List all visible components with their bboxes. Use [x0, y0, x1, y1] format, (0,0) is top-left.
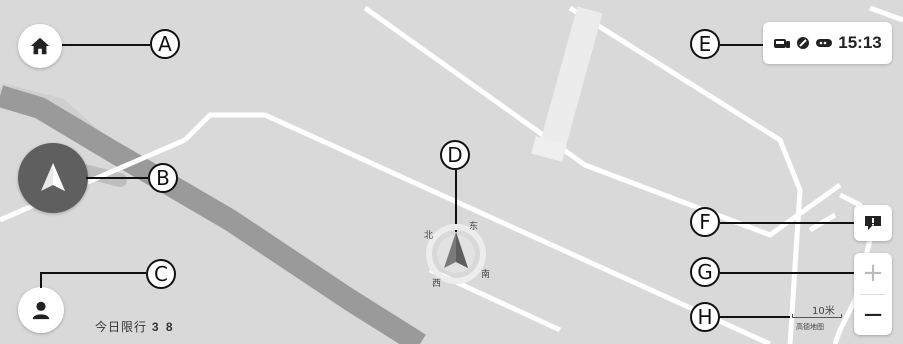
callout-line-c-h — [40, 272, 146, 274]
callout-f: F — [690, 207, 720, 237]
restriction-label: 今日限行 — [95, 320, 148, 334]
callout-line-e — [720, 44, 765, 46]
zoom-in-button[interactable]: + — [854, 253, 892, 293]
scale-bar — [792, 314, 842, 318]
clock-time: 15:13 — [838, 33, 882, 52]
callout-h: H — [690, 302, 720, 332]
callout-line-c-v — [40, 272, 42, 288]
locate-button[interactable] — [18, 143, 88, 213]
navigation-screen: A B C 今日限行 3 8 D 北 东 南 西 E 15:13 F G + −… — [0, 0, 903, 344]
signal-icon — [797, 37, 810, 49]
compass-east: 东 — [469, 222, 479, 232]
person-icon — [32, 301, 50, 320]
navigation-arrow-icon — [41, 163, 65, 191]
battery-icon — [816, 39, 833, 47]
alert-icon — [865, 216, 881, 230]
callout-c: C — [146, 259, 176, 289]
home-button[interactable] — [18, 24, 62, 68]
report-button[interactable] — [854, 205, 892, 241]
compass-north: 北 — [424, 231, 434, 241]
callout-d: D — [440, 140, 470, 170]
callout-b: B — [148, 163, 178, 193]
callout-e: E — [690, 29, 720, 59]
restriction-numbers: 3 8 — [151, 320, 175, 334]
callout-line-f — [720, 222, 854, 224]
status-bar: 15:13 — [763, 22, 892, 64]
compass-south: 南 — [481, 270, 491, 280]
callout-a: A — [150, 29, 180, 59]
callout-line-a — [62, 44, 150, 46]
callout-line-g — [720, 272, 854, 274]
profile-button[interactable] — [18, 287, 64, 333]
map-provider: 高德地图 — [796, 323, 824, 331]
callout-line-b — [86, 177, 148, 179]
callout-line-h — [720, 316, 790, 318]
compass-west: 西 — [432, 279, 442, 289]
zoom-out-button[interactable]: − — [854, 295, 892, 335]
callout-g: G — [690, 257, 720, 287]
traffic-restriction: 今日限行 3 8 — [95, 318, 175, 335]
zoom-control: + − — [854, 253, 892, 335]
vehicle-icon — [774, 39, 791, 48]
home-icon — [30, 37, 50, 55]
